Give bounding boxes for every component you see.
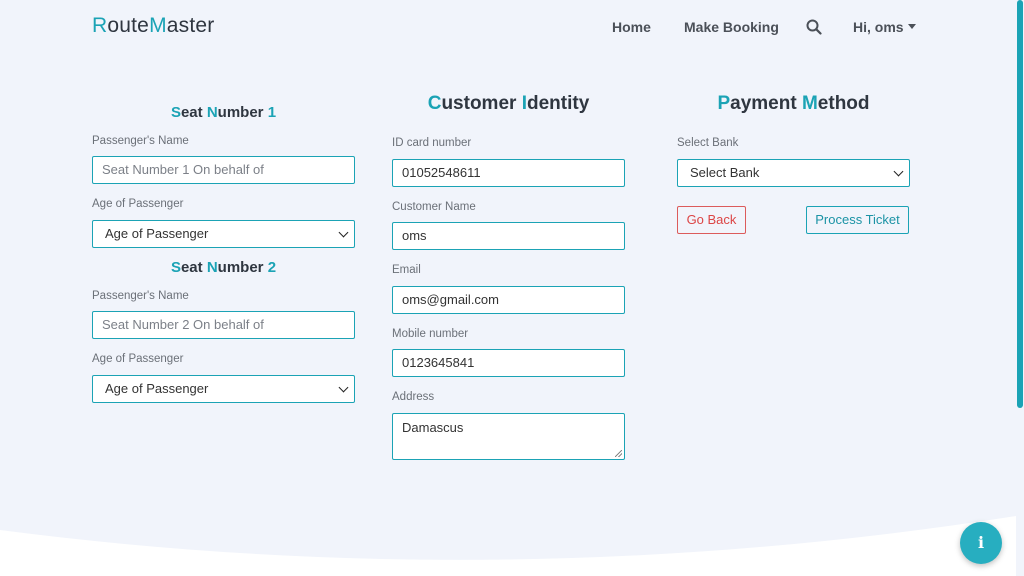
customer-name-input[interactable]: oms <box>392 222 625 250</box>
search-icon[interactable] <box>806 19 822 35</box>
brand-text-oute: oute <box>107 14 150 37</box>
navbar: RouteMaster Home Make Booking Hi, oms <box>0 0 1016 56</box>
seat-1-age-value: Age of Passenger <box>105 226 209 241</box>
customer-identity-title: Customer Identity <box>427 93 590 114</box>
seat-1-title: Seat Number 1 <box>170 104 277 121</box>
brand-letter-m: M <box>149 14 167 37</box>
info-icon: i <box>977 533 985 552</box>
go-back-button[interactable]: Go Back <box>677 206 746 234</box>
customer-name-label: Customer Name <box>392 201 476 213</box>
nav-make-booking-link[interactable]: Make Booking <box>684 19 779 35</box>
brand-letter-r: R <box>92 14 108 37</box>
seat-2-age-label: Age of Passenger <box>92 353 184 365</box>
bank-select[interactable]: Select Bank <box>677 159 910 187</box>
process-ticket-button[interactable]: Process Ticket <box>806 206 909 234</box>
seat-2-name-input[interactable]: Seat Number 2 On behalf of <box>92 311 355 339</box>
chevron-down-icon <box>338 227 349 238</box>
seat-2-name-label: Passenger's Name <box>92 290 189 302</box>
address-value: Damascus <box>402 420 464 435</box>
id-card-label: ID card number <box>392 137 472 149</box>
info-button[interactable]: i <box>960 522 1002 564</box>
address-textarea[interactable]: Damascus <box>392 413 625 460</box>
id-card-input[interactable]: 01052548611 <box>392 159 625 187</box>
caret-down-icon <box>907 23 916 29</box>
seat-1-name-input[interactable]: Seat Number 1 On behalf of <box>92 156 355 184</box>
resize-handle-icon[interactable] <box>615 450 622 457</box>
user-menu-dropdown[interactable]: Hi, oms <box>853 19 916 35</box>
nav-home-link[interactable]: Home <box>612 19 651 35</box>
address-label: Address <box>392 391 435 403</box>
payment-method-title: Payment Method <box>717 93 870 114</box>
mobile-label: Mobile number <box>392 328 469 340</box>
bank-select-value: Select Bank <box>690 165 760 180</box>
footer-wave-decoration <box>0 516 1016 576</box>
chevron-down-icon <box>338 382 349 393</box>
select-bank-label: Select Bank <box>677 137 739 149</box>
email-input[interactable]: oms@gmail.com <box>392 286 625 314</box>
seat-1-age-label: Age of Passenger <box>92 198 184 210</box>
chevron-down-icon <box>893 166 904 177</box>
brand-text-aster: aster <box>166 14 215 37</box>
seat-1-age-select[interactable]: Age of Passenger <box>92 220 355 248</box>
seat-2-age-value: Age of Passenger <box>105 381 209 396</box>
email-label: Email <box>392 264 421 276</box>
seat-2-title: Seat Number 2 <box>170 259 277 276</box>
user-greeting: Hi, oms <box>853 19 904 35</box>
mobile-input[interactable]: 0123645841 <box>392 349 625 377</box>
seat-2-age-select[interactable]: Age of Passenger <box>92 375 355 403</box>
scrollbar-thumb[interactable] <box>1017 0 1023 408</box>
brand-logo[interactable]: RouteMaster <box>92 14 214 38</box>
seat-1-name-label: Passenger's Name <box>92 135 189 147</box>
